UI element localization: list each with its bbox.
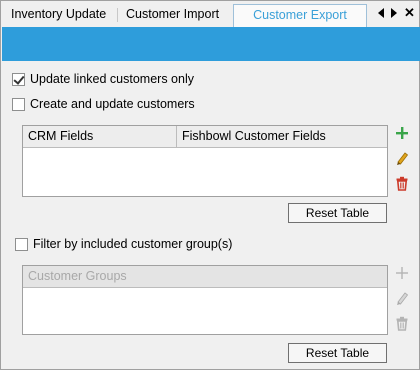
trash-icon[interactable] — [394, 315, 410, 331]
pencil-icon[interactable] — [394, 150, 410, 166]
reset-groups-table-button[interactable]: Reset Table — [288, 343, 387, 363]
trash-icon[interactable] — [394, 175, 410, 191]
column-crm-fields[interactable]: CRM Fields — [23, 126, 177, 147]
column-fishbowl-fields[interactable]: Fishbowl Customer Fields — [177, 126, 387, 147]
reset-fields-table-button[interactable]: Reset Table — [288, 203, 387, 223]
filter-groups-checkbox[interactable] — [15, 237, 28, 251]
create-update-option[interactable]: Create and update customers — [12, 97, 195, 111]
customer-groups-table-header: Customer Groups — [23, 266, 387, 288]
tab-nav-buttons: ✕ — [378, 6, 415, 19]
close-icon[interactable]: ✕ — [404, 6, 415, 19]
pencil-icon[interactable] — [394, 290, 410, 306]
update-linked-label: Update linked customers only — [30, 72, 194, 86]
plus-icon[interactable] — [394, 265, 410, 281]
tab-customer-import[interactable]: Customer Import — [126, 5, 219, 26]
arrow-left-icon[interactable] — [378, 7, 387, 19]
column-customer-groups[interactable]: Customer Groups — [23, 266, 387, 287]
customer-groups-table[interactable]: Customer Groups — [22, 265, 388, 335]
filter-groups-label: Filter by included customer group(s) — [33, 237, 233, 251]
plugin-panel: Inventory Update Customer Import Custome… — [0, 0, 420, 370]
update-linked-checkbox[interactable] — [12, 72, 25, 86]
create-update-checkbox[interactable] — [12, 97, 25, 111]
tab-inventory-update[interactable]: Inventory Update — [11, 5, 106, 26]
arrow-right-icon[interactable] — [391, 7, 400, 19]
fields-table-header: CRM Fields Fishbowl Customer Fields — [23, 126, 387, 148]
tab-customer-export[interactable]: Customer Export — [233, 4, 367, 27]
update-linked-option[interactable]: Update linked customers only — [12, 72, 194, 86]
filter-groups-option[interactable]: Filter by included customer group(s) — [15, 237, 232, 251]
plus-icon[interactable] — [394, 125, 410, 141]
fields-table[interactable]: CRM Fields Fishbowl Customer Fields — [22, 125, 388, 197]
tab-separator — [117, 8, 118, 22]
tab-strip: Inventory Update Customer Import Custome… — [1, 1, 419, 27]
create-update-label: Create and update customers — [30, 97, 195, 111]
header-bar — [2, 27, 420, 61]
